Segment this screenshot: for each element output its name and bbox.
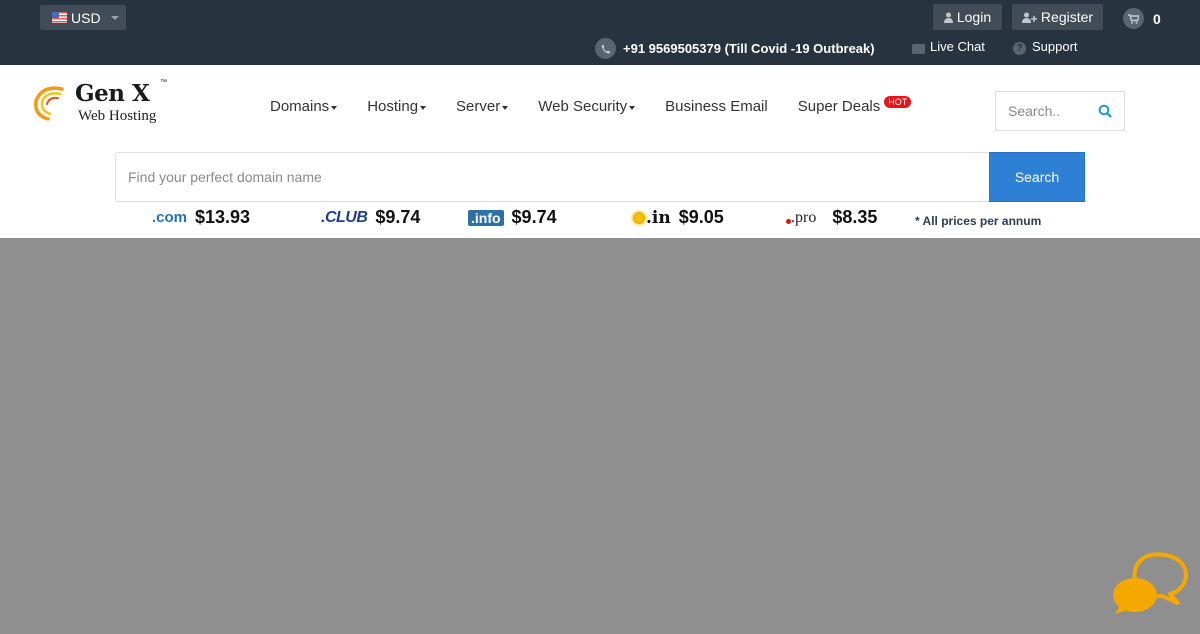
nav-server[interactable]: Server bbox=[456, 98, 509, 115]
tld-price: $9.74 bbox=[375, 207, 421, 227]
cart-count: 0 bbox=[1153, 10, 1161, 27]
logo-swirl-icon bbox=[34, 86, 64, 121]
us-flag-icon bbox=[52, 12, 67, 23]
chat-bubbles-icon bbox=[1113, 552, 1188, 614]
tld-extension: .com bbox=[152, 209, 188, 226]
tld-price: $9.05 bbox=[678, 207, 724, 227]
nav-label: Super Deals bbox=[797, 98, 881, 115]
sun-icon bbox=[633, 211, 645, 224]
login-button[interactable]: Login bbox=[933, 4, 1002, 30]
chat-widget-button[interactable] bbox=[1112, 551, 1188, 617]
cart-icon bbox=[1123, 8, 1144, 29]
search-icon[interactable] bbox=[1098, 104, 1112, 118]
chevron-down-icon bbox=[110, 15, 119, 20]
tld-extension-wrap: .pro bbox=[786, 209, 816, 227]
register-label: Register bbox=[1040, 9, 1094, 25]
tld-extension: .CLUB bbox=[321, 208, 368, 226]
support-label: Support bbox=[1032, 39, 1078, 54]
nav-business-email[interactable]: Business Email bbox=[665, 98, 768, 115]
tld-extension: .in bbox=[646, 207, 671, 228]
tld-extension: .pro bbox=[791, 208, 817, 226]
tld-item-pro[interactable]: .pro $8.35 bbox=[786, 207, 877, 228]
cart-button[interactable]: 0 bbox=[1123, 8, 1161, 29]
nav-super-deals[interactable]: Super Deals HOT bbox=[797, 96, 912, 115]
phone-contact: +91 9569505379 (Till Covid -19 Outbreak) bbox=[595, 38, 875, 59]
header-search bbox=[995, 91, 1125, 131]
live-chat-link[interactable]: Live Chat bbox=[912, 38, 985, 54]
live-chat-label: Live Chat bbox=[930, 38, 985, 54]
nav-web-security[interactable]: Web Security bbox=[538, 98, 636, 115]
register-button[interactable]: Register bbox=[1012, 4, 1103, 30]
phone-icon bbox=[595, 38, 616, 59]
site-header: Gen X ™ Web Hosting Domains Hosting Serv… bbox=[0, 65, 1200, 238]
question-icon: ? bbox=[1013, 42, 1026, 55]
caret-down-icon bbox=[502, 105, 509, 110]
top-bar: USD Login Register 0 +91 9569505379 (Til… bbox=[0, 0, 1200, 65]
header-search-input[interactable] bbox=[1008, 103, 1093, 119]
tld-price: $13.93 bbox=[195, 207, 251, 227]
caret-down-icon bbox=[420, 105, 427, 110]
nav-label: Web Security bbox=[538, 98, 628, 115]
user-plus-icon bbox=[1021, 12, 1037, 23]
currency-label: USD bbox=[71, 9, 101, 26]
hot-badge: HOT bbox=[884, 96, 912, 108]
main-nav: Domains Hosting Server Web Security Busi… bbox=[270, 96, 941, 115]
nav-label: Business Email bbox=[665, 98, 768, 115]
user-icon bbox=[943, 12, 953, 23]
tld-item-com[interactable]: .com $13.93 bbox=[152, 207, 250, 228]
tld-price-list: .com $13.93 .CLUB $9.74 .info $9.74 .in … bbox=[0, 204, 1200, 238]
currency-selector[interactable]: USD bbox=[40, 5, 126, 30]
tld-extension: .info bbox=[468, 209, 504, 226]
chat-icon bbox=[912, 44, 925, 54]
nav-domains[interactable]: Domains bbox=[270, 98, 338, 115]
tld-price: $9.74 bbox=[511, 207, 557, 227]
nav-label: Domains bbox=[270, 98, 330, 115]
tld-item-info[interactable]: .info $9.74 bbox=[468, 207, 557, 228]
brand-tagline: Web Hosting bbox=[78, 108, 157, 124]
login-label: Login bbox=[956, 9, 992, 25]
domain-search-input[interactable] bbox=[115, 152, 990, 202]
tld-item-club[interactable]: .CLUB $9.74 bbox=[321, 207, 420, 228]
support-link[interactable]: ? Support bbox=[1013, 38, 1078, 55]
tld-price: $8.35 bbox=[832, 207, 878, 227]
caret-down-icon bbox=[629, 105, 636, 110]
trademark: ™ bbox=[160, 79, 167, 86]
brand-name: Gen X bbox=[75, 80, 150, 107]
phone-number: +91 9569505379 (Till Covid -19 Outbreak) bbox=[623, 41, 875, 56]
domain-search-form: Search bbox=[115, 152, 1085, 202]
nav-hosting[interactable]: Hosting bbox=[367, 98, 427, 115]
domain-search-button[interactable]: Search bbox=[989, 152, 1085, 202]
tld-extension-wrap: .in bbox=[633, 208, 671, 228]
site-logo[interactable]: Gen X ™ Web Hosting bbox=[32, 79, 172, 127]
price-note: * All prices per annum bbox=[915, 214, 1042, 228]
caret-down-icon bbox=[331, 105, 338, 110]
nav-label: Server bbox=[456, 98, 501, 115]
tld-item-in[interactable]: .in $9.05 bbox=[633, 207, 724, 228]
nav-label: Hosting bbox=[367, 98, 419, 115]
